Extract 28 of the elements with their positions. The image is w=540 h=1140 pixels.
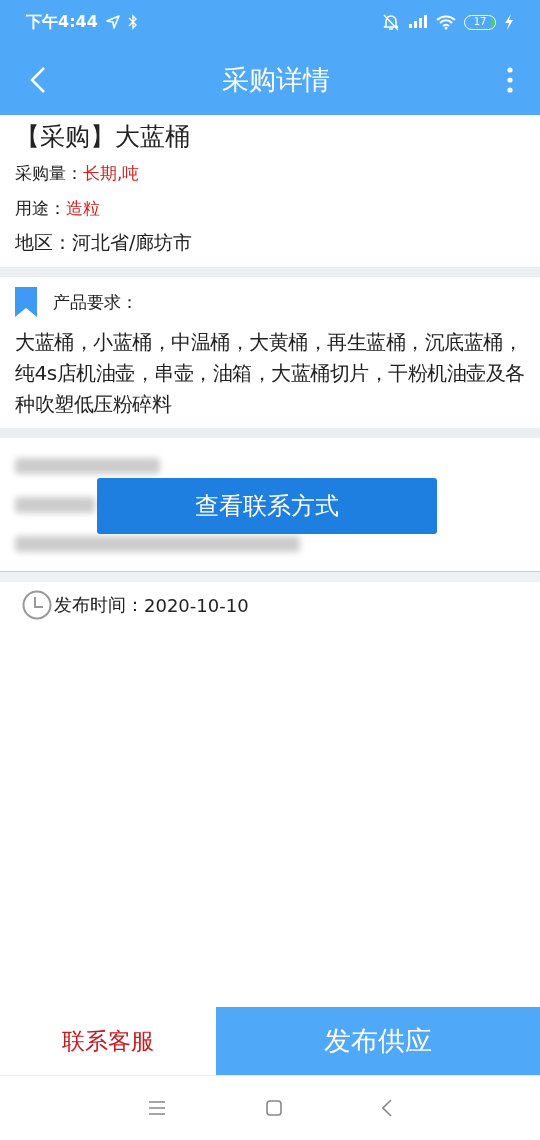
field-label: 用途： [15,198,66,218]
clock-icon [22,590,52,620]
field-label: 地区： [15,231,72,253]
bookmark-icon [15,287,37,317]
field-value: 河北省/廊坊市 [72,231,193,253]
home-icon[interactable] [266,1100,282,1116]
field-value: 造粒 [66,198,100,218]
publish-supply-button[interactable]: 发布供应 [216,1007,540,1075]
wifi-icon [436,14,456,30]
page-title: 采购详情 [222,62,330,97]
section-heading: 产品要求： [53,290,138,314]
charging-icon [504,14,514,30]
view-contact-button[interactable]: 查看联系方式 [97,478,437,534]
bluetooth-icon [127,14,138,30]
more-icon[interactable] [506,65,514,94]
purchase-title: 【采购】大蓝桶 [15,121,191,153]
publish-label: 发布时间： [54,593,144,617]
location-icon [105,15,120,29]
field-label: 采购量： [15,163,83,183]
back-icon[interactable] [30,65,46,94]
publish-date: 2020-10-10 [144,594,249,616]
requirements-text: 大蓝桶，小蓝桶，中温桶，大黄桶，再生蓝桶，沉底蓝桶，纯4s店机油壶，串壶，油箱，大蓝桶切片，干粉机油壶及各种吹塑低压粉碎料 [15,329,525,418]
back-nav-icon[interactable] [382,1099,392,1117]
menu-icon[interactable] [148,1101,166,1115]
signal-icon [408,14,428,30]
bell-muted-icon [382,13,400,31]
status-time: 下午4:44 [26,11,98,33]
field-value: 长期,吨 [83,163,140,183]
